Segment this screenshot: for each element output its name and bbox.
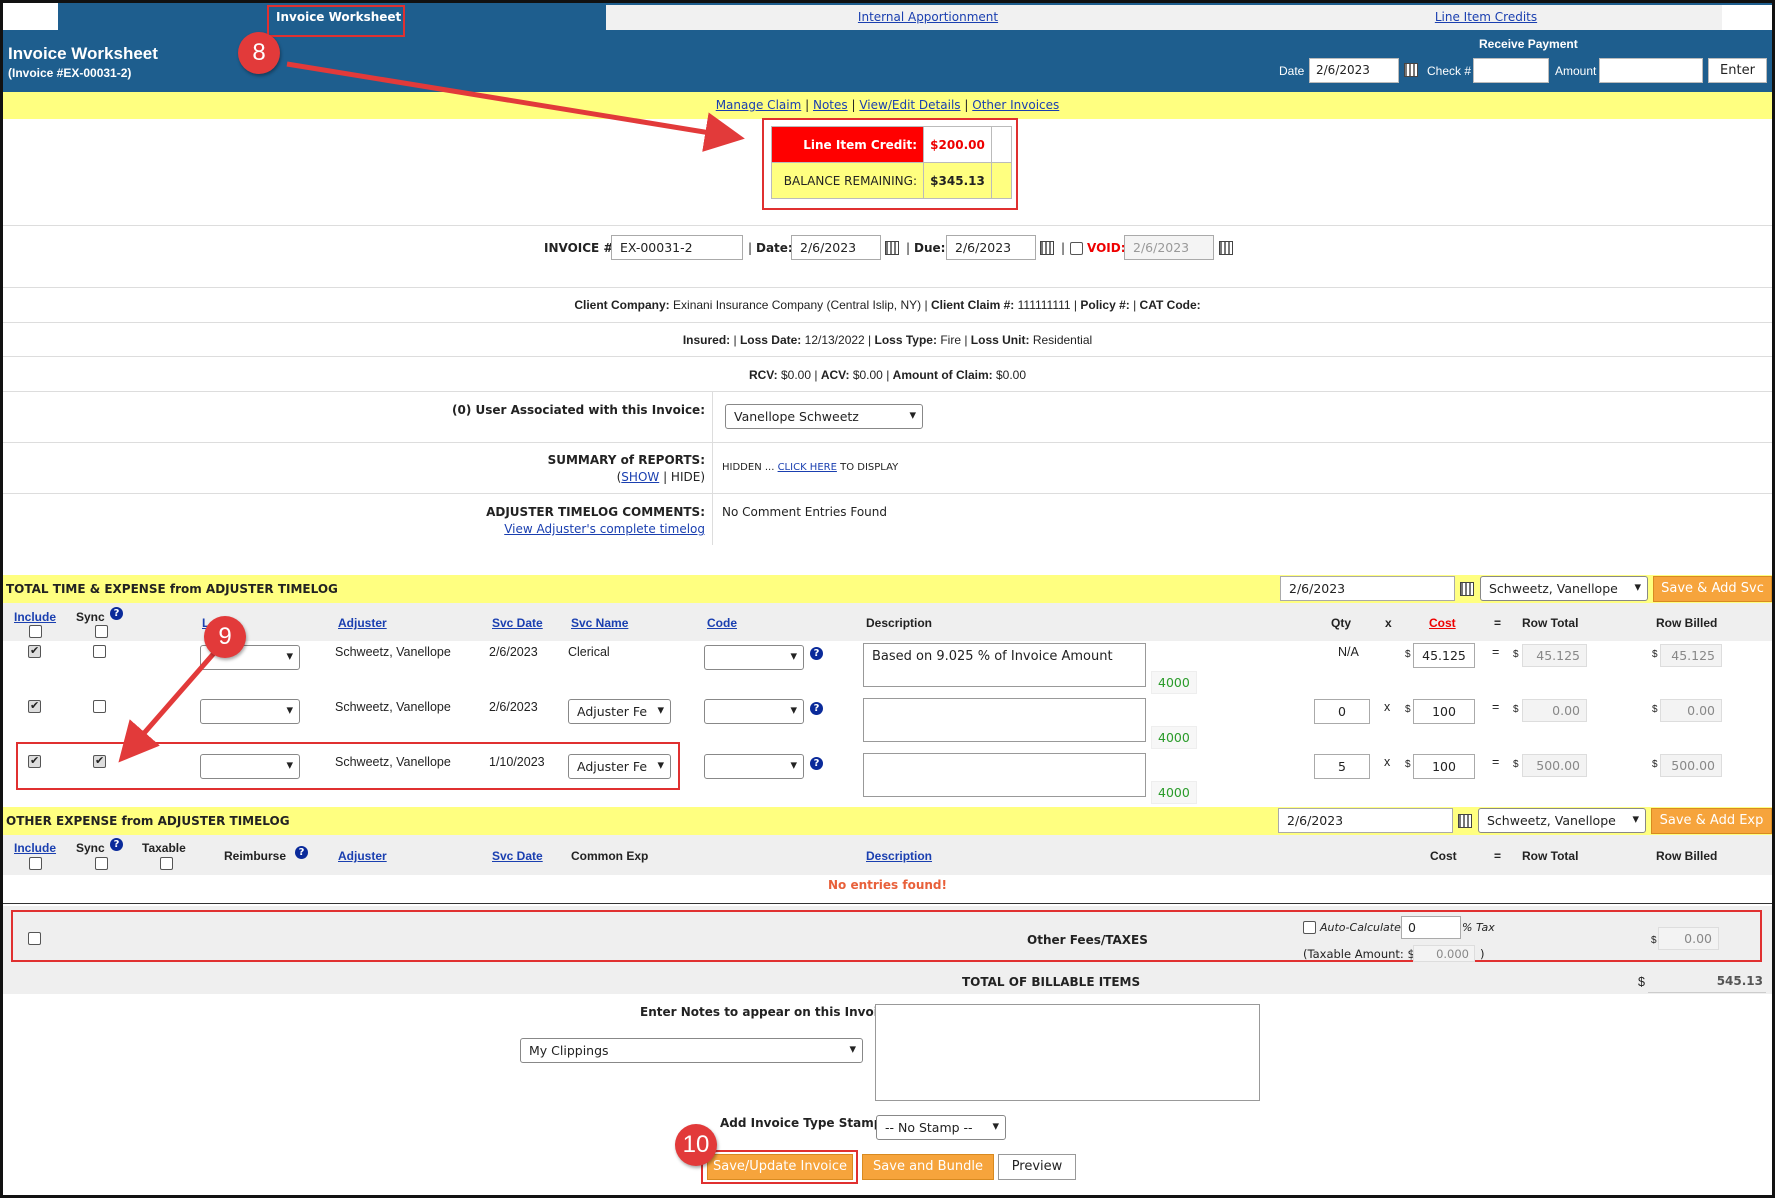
callout-10: 10 (675, 1124, 717, 1166)
arrow-9 (118, 650, 217, 763)
annotation-arrows (118, 61, 745, 763)
arrow-8 (286, 61, 745, 152)
callout-8: 8 (238, 32, 280, 74)
callout-9: 9 (204, 616, 246, 658)
